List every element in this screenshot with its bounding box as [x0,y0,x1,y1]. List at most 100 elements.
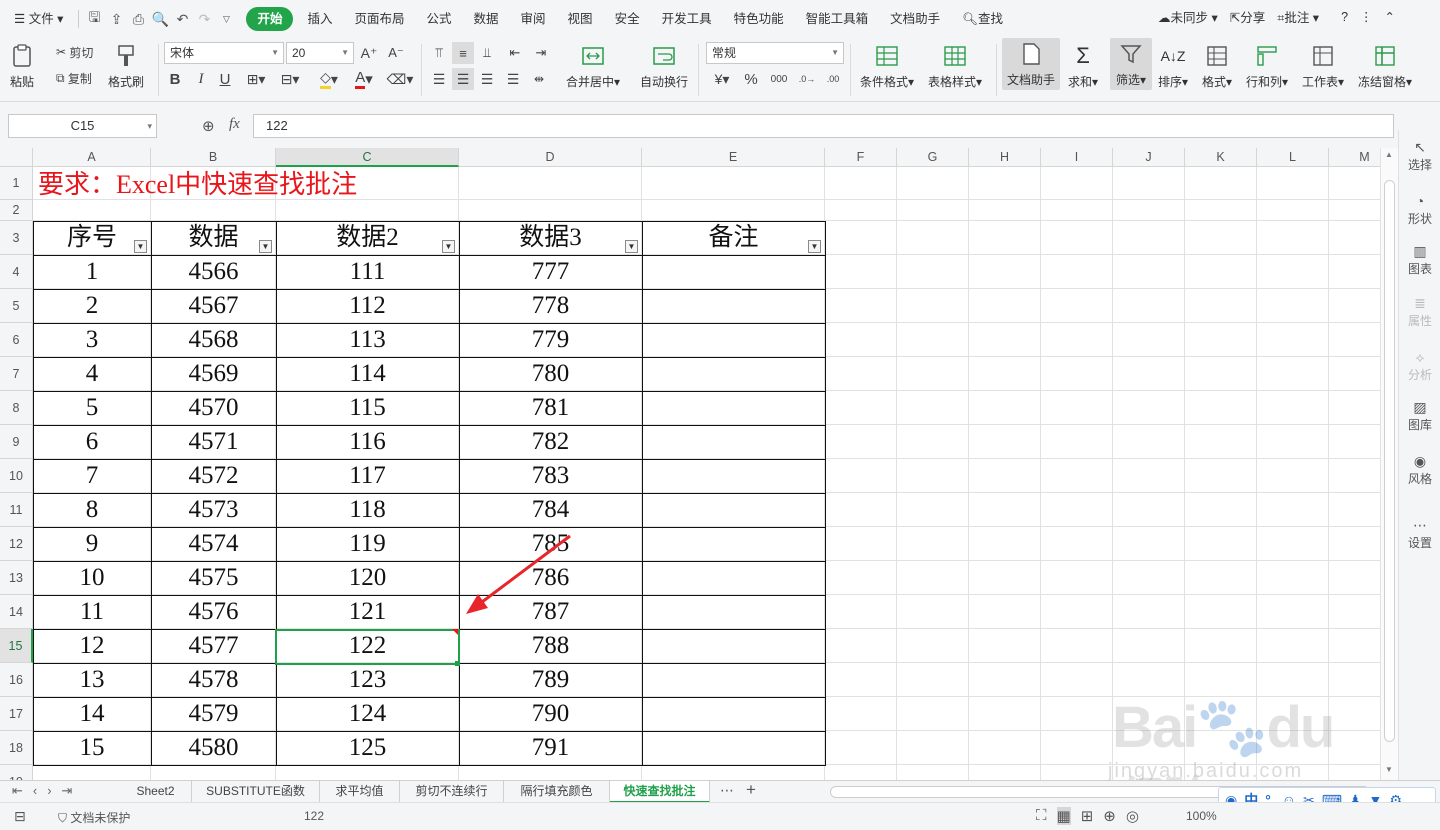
table-cell[interactable]: 1 [33,255,151,288]
help-icon[interactable]: ? [1341,10,1348,24]
table-cell[interactable]: 4570 [151,391,276,424]
sort-button[interactable]: A↓Z 排序▾ [1158,40,1188,90]
fill-handle[interactable] [455,661,460,666]
table-cell[interactable]: 115 [276,391,459,424]
sheet-nav-icons[interactable]: ⇤‹›⇥ [12,783,82,799]
merge-center-button[interactable]: 合并居中▾ [566,40,620,90]
tab-1[interactable]: 插入 [296,7,343,31]
sheet-tab[interactable]: 快速查找批注 [610,781,710,803]
tab-10[interactable]: 智能工具箱 [795,7,880,31]
table-cell[interactable]: 125 [276,731,459,764]
align-center-icon[interactable]: ☰ [452,68,474,90]
filter-dropdown-icon[interactable]: ▼ [625,240,638,253]
table-cell[interactable]: 4576 [151,595,276,628]
table-cell[interactable]: 4579 [151,697,276,730]
table-cell[interactable]: 6 [33,425,151,458]
side-cursor-button[interactable]: ↖ 选择 [1399,138,1440,173]
table-cell[interactable]: 777 [459,255,642,288]
page-layout-icon[interactable]: ⊕ [1103,807,1116,825]
remark-cell[interactable] [642,629,825,663]
format-painter-button[interactable]: 格式刷 [108,40,144,90]
sheet-tab[interactable]: 求平均值 [320,781,400,803]
table-cell[interactable]: 782 [459,425,642,458]
table-cell[interactable]: 790 [459,697,642,730]
align-left-icon[interactable]: ☰ [428,68,450,90]
table-cell[interactable]: 119 [276,527,459,560]
sheet-tab[interactable]: Sheet2 [120,781,192,803]
zoom-formula-icon[interactable]: ⊕ [202,117,215,135]
header-cell[interactable]: 数据 [151,221,276,254]
row-header-17[interactable]: 17 [0,697,33,731]
normal-view-icon[interactable]: ▦ [1056,807,1071,825]
font-size-select[interactable]: 20 ▼ [286,42,354,64]
more-icon[interactable]: ⋮ [1360,9,1373,24]
header-cell[interactable]: 数据3 [459,221,642,254]
row-header-9[interactable]: 9 [0,425,33,459]
sheet-tab[interactable]: 隔行填充颜色 [504,781,610,803]
scroll-down-icon[interactable]: ▼ [1385,765,1393,774]
number-format-select[interactable]: 常规 ▼ [706,42,844,64]
row-header-12[interactable]: 12 [0,527,33,561]
tab-9[interactable]: 特色功能 [723,7,795,31]
sync-button[interactable]: ☁未同步 ▾ [1158,7,1218,26]
cell-style-icon[interactable]: ⊟▾ [276,68,304,90]
tab-2[interactable]: 页面布局 [343,7,415,31]
tab-3[interactable]: 公式 [416,7,463,31]
export-icon[interactable]: ⇪ [105,8,127,30]
worksheet-button[interactable]: 工作表▾ [1302,40,1344,90]
remark-cell[interactable] [642,697,825,731]
row-header-15[interactable]: 15 [0,629,33,663]
search-menu[interactable]: 🔍︎查找 [951,7,1014,31]
table-cell[interactable]: 4569 [151,357,276,390]
wrap-text-button[interactable]: 自动换行 [640,40,688,90]
table-cell[interactable]: 778 [459,289,642,322]
selected-cell-outline[interactable] [275,629,460,665]
decrease-font-icon[interactable]: A⁻ [387,42,405,64]
conditional-format-button[interactable]: 条件格式▾ [860,40,914,90]
align-bottom-icon[interactable]: ⫫ [476,42,498,64]
table-cell[interactable]: 784 [459,493,642,526]
remark-cell[interactable] [642,561,825,595]
align-top-icon[interactable]: ⫪ [428,42,450,64]
increase-decimal-icon[interactable]: .0→ [796,68,818,90]
table-cell[interactable]: 8 [33,493,151,526]
remark-cell[interactable] [642,459,825,493]
table-cell[interactable]: 11 [33,595,151,628]
collapse-ribbon-icon[interactable]: ⌃ [1385,9,1395,24]
header-cell[interactable]: 备注 [642,221,825,254]
filter-button[interactable]: 筛选▾ [1110,38,1152,90]
table-cell[interactable]: 113 [276,323,459,356]
fullscreen-icon[interactable]: ⛶ [1036,807,1047,825]
row-header-19[interactable]: 19 [0,765,33,780]
paste-button[interactable]: 粘贴 [10,40,34,90]
remark-cell[interactable] [642,595,825,629]
table-cell[interactable]: 123 [276,663,459,696]
thousands-icon[interactable]: 000 [768,68,790,90]
table-cell[interactable]: 4580 [151,731,276,764]
remark-cell[interactable] [642,527,825,561]
table-cell[interactable]: 4 [33,357,151,390]
col-header-B[interactable]: B [151,148,276,167]
sheet-tab[interactable]: 剪切不连续行 [400,781,504,803]
row-header-16[interactable]: 16 [0,663,33,697]
more-sheets-icon[interactable]: ⋯ [720,782,734,799]
table-cell[interactable]: 120 [276,561,459,594]
table-cell[interactable]: 787 [459,595,642,628]
col-header-C[interactable]: C [276,148,459,167]
header-cell[interactable]: 数据2 [276,221,459,254]
col-header-E[interactable]: E [642,148,825,167]
col-header-D[interactable]: D [459,148,642,167]
format-button[interactable]: 格式▾ [1202,40,1232,90]
customize-icon[interactable]: ▽ [215,8,237,30]
table-cell[interactable]: 781 [459,391,642,424]
bold-icon[interactable]: B [166,68,184,90]
side-chart-button[interactable]: ▥ 图表 [1399,242,1440,277]
table-cell[interactable]: 779 [459,323,642,356]
table-cell[interactable]: 116 [276,425,459,458]
indent-increase-icon[interactable]: ⇥ [530,42,552,64]
currency-icon[interactable]: ¥▾ [708,68,736,90]
remark-cell[interactable] [642,731,825,765]
row-header-18[interactable]: 18 [0,731,33,765]
table-cell[interactable]: 117 [276,459,459,492]
col-header-J[interactable]: J [1113,148,1185,167]
